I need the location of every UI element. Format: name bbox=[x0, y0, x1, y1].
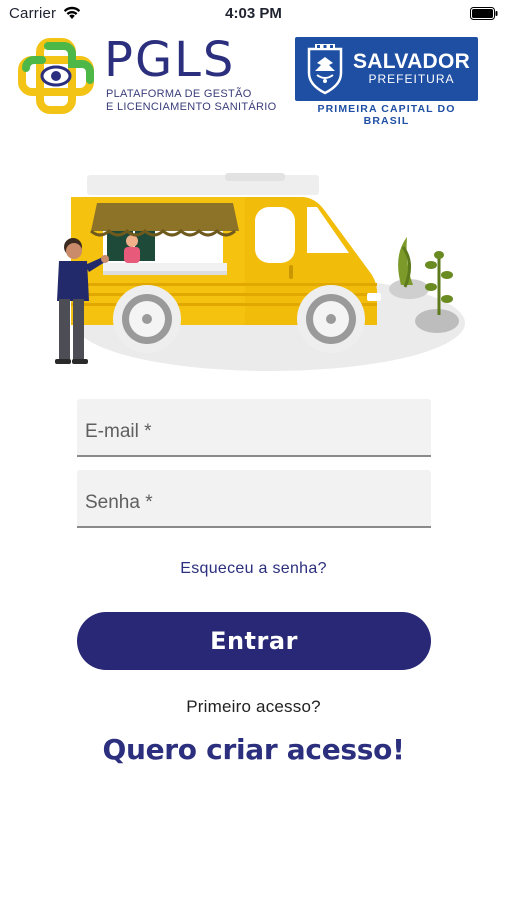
salvador-prefeitura-label: PREFEITURA bbox=[368, 72, 455, 86]
salvador-logo: SALVADOR PREFEITURA PRIMEIRA CAPITAL DO … bbox=[295, 37, 478, 127]
pgls-subtitle: PLATAFORMA DE GESTÃO E LICENCIAMENTO SAN… bbox=[106, 88, 277, 114]
email-field[interactable] bbox=[77, 399, 431, 457]
pgls-subtitle-line-1: PLATAFORMA DE GESTÃO bbox=[106, 88, 252, 100]
first-access-label: Primeiro acesso? bbox=[186, 697, 321, 716]
create-access-link[interactable]: Quero criar acesso! bbox=[0, 733, 507, 766]
login-button[interactable]: Entrar bbox=[77, 612, 431, 670]
status-bar: Carrier 4:03 PM bbox=[0, 0, 507, 28]
pgls-cross-icon bbox=[18, 38, 96, 119]
password-field[interactable] bbox=[77, 470, 431, 528]
salvador-tagline: PRIMEIRA CAPITAL DO BRASIL bbox=[317, 103, 456, 127]
salvador-city-label: SALVADOR bbox=[353, 50, 471, 73]
pgls-name: PGLS bbox=[104, 32, 236, 88]
battery-icon bbox=[470, 7, 498, 25]
password-input[interactable] bbox=[77, 470, 431, 526]
forgot-password-link[interactable]: Esqueceu a senha? bbox=[0, 560, 507, 578]
email-input[interactable] bbox=[77, 399, 431, 455]
food-truck-illustration bbox=[45, 165, 465, 380]
pgls-logo: PGLS PLATAFORMA DE GESTÃO E LICENCIAMENT… bbox=[18, 32, 278, 119]
clock: 4:03 PM bbox=[225, 5, 282, 22]
pgls-subtitle-line-2: E LICENCIAMENTO SANITÁRIO bbox=[106, 101, 277, 113]
salvador-crest-icon bbox=[303, 43, 347, 100]
